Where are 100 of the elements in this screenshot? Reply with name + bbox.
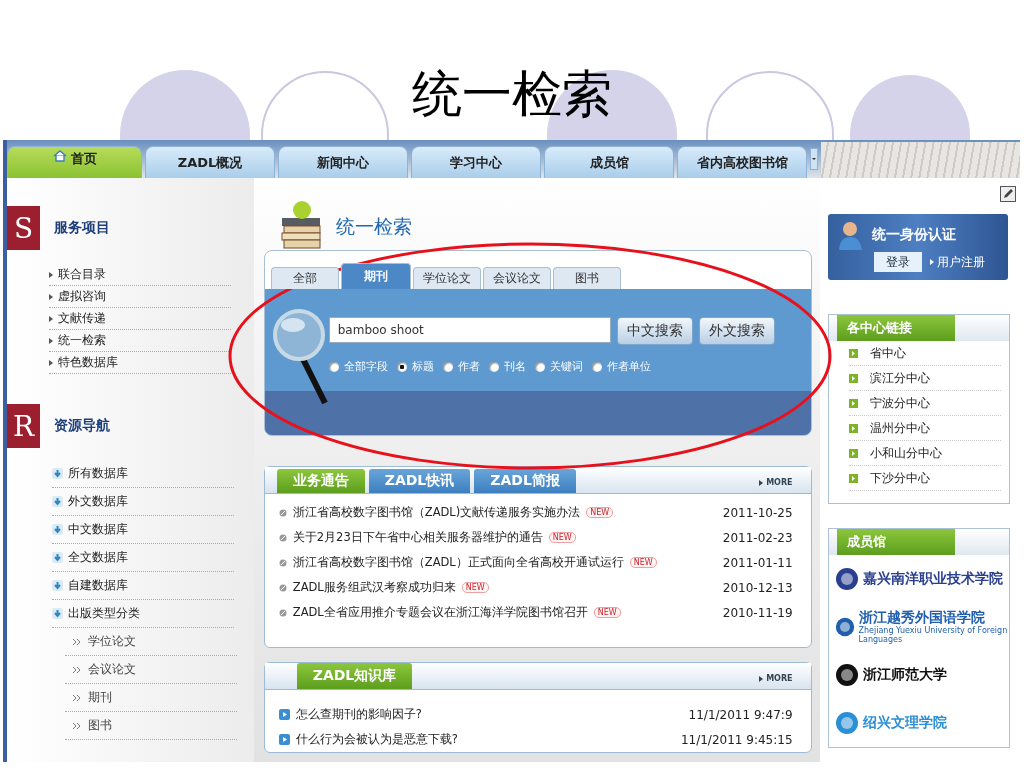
sidebar-link[interactable]: 联合目录 — [49, 264, 231, 286]
section-title: 服务项目 — [54, 219, 110, 237]
search-tab[interactable]: 会议论文 — [482, 267, 551, 289]
sidebar-link[interactable]: 会议论文 — [65, 656, 237, 684]
search-button[interactable]: 外文搜索 — [698, 317, 775, 345]
center-link[interactable]: 小和山分中心 — [869, 444, 942, 462]
sidebar-link[interactable]: 全文数据库 — [52, 544, 234, 572]
chevron-icon — [49, 315, 53, 322]
news-date: 2011-10-25 — [722, 505, 793, 520]
news-link[interactable]: ZADL全省应用推介专题会议在浙江海洋学院图书馆召开 — [292, 605, 588, 620]
books-icon — [279, 198, 324, 250]
register-link[interactable]: 用户注册 — [929, 253, 985, 271]
question-link[interactable]: 什么行为会被认为是恶意下载? — [295, 732, 458, 747]
sidebar-link[interactable]: 文献传递 — [49, 308, 231, 330]
triangle-icon — [759, 479, 764, 486]
search-tab[interactable]: 图书 — [552, 267, 621, 289]
member-name[interactable]: 绍兴文理学院 — [862, 714, 947, 732]
arrow-icon — [848, 423, 858, 433]
sidebar-link[interactable]: 中文数据库 — [52, 516, 234, 544]
center-link[interactable]: 省中心 — [869, 344, 906, 362]
search-tab[interactable]: 学位论文 — [412, 267, 481, 289]
edit-icon[interactable] — [1000, 186, 1016, 202]
sidebar-link[interactable]: 特色数据库 — [49, 352, 231, 374]
sidebar-link[interactable]: 虚拟咨询 — [49, 286, 231, 308]
news-link[interactable]: 浙江省高校数字图书馆（ZADL）正式面向全省高校开通试运行 — [292, 555, 624, 570]
double-chevron-icon — [73, 694, 81, 701]
chevron-icon — [49, 337, 53, 344]
download-icon — [52, 468, 63, 479]
link-label: 会议论文 — [88, 661, 136, 678]
dropdown-icon[interactable] — [810, 148, 818, 170]
question-time: 11/1/2011 9:45:15 — [680, 732, 793, 747]
member-name[interactable]: 浙江师范大学 — [862, 666, 947, 684]
home-icon — [52, 150, 67, 162]
emblem-icon — [834, 615, 855, 639]
sidebar-link[interactable]: 期刊 — [65, 684, 237, 712]
nav-tab[interactable]: 成员馆 — [544, 146, 674, 178]
link-label: 联合目录 — [58, 266, 106, 283]
search-tab[interactable]: 全部 — [270, 267, 339, 289]
search-button[interactable]: 中文搜索 — [616, 317, 693, 345]
download-icon — [52, 580, 63, 591]
sidebar-link[interactable]: 学位论文 — [65, 628, 237, 656]
auth-title: 统一身份认证 — [871, 226, 956, 244]
radio-label: 全部字段 — [343, 359, 388, 374]
center-link[interactable]: 下沙分中心 — [869, 469, 930, 487]
sidebar-link[interactable]: 统一检索 — [49, 330, 231, 352]
center-link[interactable]: 温州分中心 — [869, 419, 930, 437]
box-title: 成员馆 — [836, 529, 955, 555]
sidebar-link[interactable]: 出版类型分类 — [52, 600, 234, 628]
arrow-icon — [848, 398, 858, 408]
new-badge: NEW — [629, 557, 657, 568]
arrow-icon — [848, 448, 858, 458]
new-badge: NEW — [593, 607, 621, 618]
radio-label: 作者 — [457, 359, 480, 374]
emblem-icon — [834, 663, 859, 687]
bullet-icon — [278, 508, 287, 517]
radio-label: 标题 — [411, 359, 434, 374]
news-link[interactable]: 关于2月23日下午省中心相关服务器维护的通告 — [292, 530, 543, 545]
play-icon — [278, 709, 290, 720]
triangle-icon — [929, 259, 934, 265]
section-badge: R — [7, 404, 40, 448]
news-link[interactable]: 浙江省高校数字图书馆（ZADL)文献传递服务实施办法 — [292, 505, 581, 520]
double-chevron-icon — [73, 666, 81, 673]
bullet-icon — [278, 608, 287, 617]
bullet-icon — [278, 583, 287, 592]
question-link[interactable]: 怎么查期刊的影响因子? — [295, 707, 422, 722]
nav-tab[interactable]: 新闻中心 — [278, 146, 408, 178]
search-tab[interactable]: 期刊 — [340, 263, 411, 289]
link-label: 全文数据库 — [68, 549, 128, 566]
sidebar-link[interactable]: 图书 — [65, 712, 237, 740]
news-date: 2011-02-23 — [722, 530, 793, 545]
radio-label: 作者单位 — [606, 359, 651, 374]
link-label: 出版类型分类 — [68, 605, 140, 622]
chevron-icon — [49, 359, 53, 366]
nav-tab[interactable]: 学习中心 — [411, 146, 541, 178]
sidebar-link[interactable]: 自建数据库 — [52, 572, 234, 600]
center-link[interactable]: 宁波分中心 — [869, 394, 930, 412]
link-label: 特色数据库 — [58, 354, 118, 371]
download-icon — [52, 496, 63, 507]
nav-tab[interactable]: 省内高校图书馆 — [677, 146, 807, 178]
center-link[interactable]: 滨江分中心 — [869, 369, 930, 387]
chevron-icon — [49, 271, 53, 278]
section-badge: S — [7, 206, 40, 250]
new-badge: NEW — [461, 582, 489, 593]
download-icon — [52, 608, 63, 619]
sidebar-link[interactable]: 外文数据库 — [52, 488, 234, 516]
login-button[interactable]: 登录 — [873, 252, 922, 272]
link-label: 虚拟咨询 — [58, 288, 106, 305]
member-subtitle: Zhejiang Yuexiu University of Foreign Languages — [858, 627, 1009, 645]
more-link[interactable]: MORE — [759, 674, 793, 683]
play-icon — [278, 734, 290, 745]
download-icon — [52, 552, 63, 563]
more-link[interactable]: MORE — [759, 478, 793, 487]
link-label: 学位论文 — [88, 633, 136, 650]
nav-tab[interactable]: 首页 — [7, 146, 142, 178]
nav-tab[interactable]: ZADL概况 — [145, 146, 275, 178]
search-field[interactable]: bamboo shoot — [328, 317, 611, 343]
news-link[interactable]: ZADL服务组武汉考察成功归来 — [292, 580, 456, 595]
sidebar-link[interactable]: 所有数据库 — [52, 460, 234, 488]
link-label: 图书 — [88, 717, 112, 734]
member-name[interactable]: 嘉兴南洋职业技术学院 — [862, 570, 1003, 588]
